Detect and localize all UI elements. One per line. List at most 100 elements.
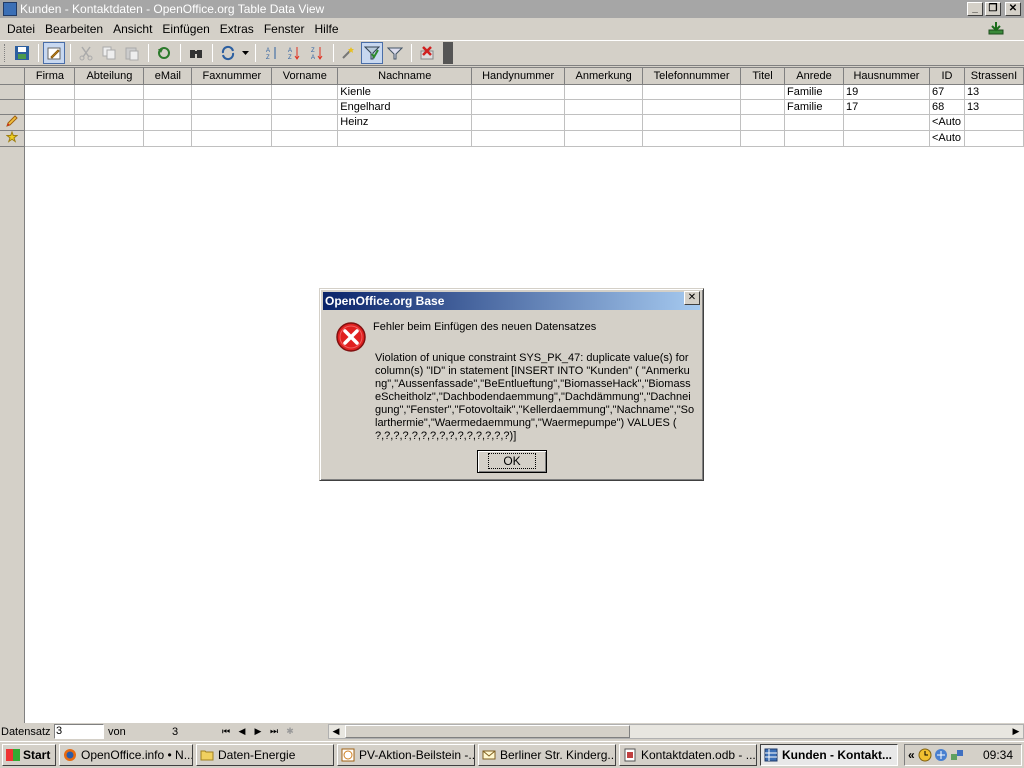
table-cell[interactable]: Heinz bbox=[337, 114, 473, 131]
scroll-right-icon[interactable]: ▶ bbox=[1009, 725, 1023, 738]
previous-record-icon[interactable]: ◀ bbox=[234, 725, 250, 739]
apply-filter-icon[interactable] bbox=[361, 42, 383, 64]
autofilter-icon[interactable] bbox=[338, 42, 360, 64]
taskbar-item-pv-aktion[interactable]: PV-Aktion-Beilstein -... bbox=[337, 744, 475, 766]
table-cell[interactable]: 13 bbox=[964, 84, 1024, 100]
table-cell[interactable] bbox=[740, 84, 786, 100]
table-cell[interactable] bbox=[143, 84, 193, 100]
table-cell[interactable] bbox=[74, 84, 145, 100]
ok-button[interactable]: OK bbox=[477, 450, 547, 473]
table-cell[interactable]: <Auto bbox=[929, 130, 965, 147]
close-window-button[interactable]: ✕ bbox=[1005, 2, 1021, 16]
first-record-icon[interactable]: ⏮ bbox=[218, 725, 234, 739]
table-cell[interactable] bbox=[784, 114, 844, 131]
table-cell[interactable] bbox=[564, 84, 644, 100]
taskbar-item-berliner-str[interactable]: Berliner Str. Kinderg... bbox=[478, 744, 616, 766]
clock[interactable]: 09:34 bbox=[983, 748, 1013, 762]
row-handle[interactable] bbox=[0, 99, 26, 115]
record-number-input[interactable]: 3 bbox=[54, 724, 104, 739]
table-cell[interactable] bbox=[271, 114, 339, 131]
paste-icon[interactable] bbox=[121, 42, 143, 64]
network-tray-icon[interactable] bbox=[934, 748, 948, 762]
table-cell[interactable] bbox=[74, 114, 145, 131]
minimize-button[interactable]: _ bbox=[967, 2, 983, 16]
column-header[interactable]: Nachname bbox=[337, 68, 473, 85]
menu-fenster[interactable]: Fenster bbox=[259, 22, 310, 36]
table-cell[interactable] bbox=[843, 130, 930, 147]
sort-ascending-icon[interactable]: AZ bbox=[260, 42, 282, 64]
table-cell[interactable] bbox=[642, 114, 742, 131]
toolbar-grip[interactable] bbox=[4, 44, 7, 62]
table-cell[interactable] bbox=[471, 130, 566, 147]
scroll-left-icon[interactable]: ◀ bbox=[329, 725, 343, 738]
table-cell[interactable] bbox=[964, 130, 1024, 147]
menu-extras[interactable]: Extras bbox=[215, 22, 259, 36]
column-header[interactable]: Faxnummer bbox=[191, 68, 273, 85]
table-row[interactable]: Kienle Familie 19 67 13 bbox=[0, 84, 1024, 100]
row-handle[interactable] bbox=[0, 114, 26, 131]
table-cell[interactable] bbox=[143, 99, 193, 115]
table-cell[interactable] bbox=[564, 114, 644, 131]
table-cell[interactable] bbox=[143, 114, 193, 131]
table-row[interactable]: <Auto bbox=[0, 130, 1024, 147]
menu-ansicht[interactable]: Ansicht bbox=[108, 22, 157, 36]
last-record-icon[interactable]: ⏭ bbox=[266, 725, 282, 739]
table-cell[interactable] bbox=[740, 130, 786, 147]
table-cell[interactable] bbox=[143, 130, 193, 147]
update-available-icon[interactable] bbox=[988, 21, 1004, 35]
table-cell[interactable] bbox=[642, 84, 742, 100]
table-cell[interactable] bbox=[964, 114, 1024, 131]
row-handle[interactable] bbox=[0, 130, 26, 147]
table-cell[interactable]: Familie bbox=[784, 84, 844, 100]
table-cell[interactable] bbox=[271, 99, 339, 115]
table-cell[interactable]: Engelhard bbox=[337, 99, 473, 115]
table-cell[interactable] bbox=[740, 114, 786, 131]
column-header[interactable]: Handynummer bbox=[471, 68, 566, 85]
table-cell[interactable] bbox=[564, 130, 644, 147]
sort-descending-icon[interactable]: AZ bbox=[283, 42, 305, 64]
delete-record-icon[interactable] bbox=[416, 42, 438, 64]
refresh-dropdown-icon[interactable] bbox=[240, 42, 250, 64]
table-cell[interactable] bbox=[191, 99, 273, 115]
taskbar-item-kunden-kontaktdaten[interactable]: Kunden - Kontakt... bbox=[760, 744, 898, 766]
table-cell[interactable]: 13 bbox=[964, 99, 1024, 115]
table-cell[interactable]: 19 bbox=[843, 84, 930, 100]
table-cell[interactable] bbox=[642, 99, 742, 115]
restore-button[interactable]: ❐ bbox=[985, 2, 1001, 16]
table-cell[interactable] bbox=[191, 114, 273, 131]
column-header[interactable]: Vorname bbox=[271, 68, 339, 85]
table-cell[interactable] bbox=[24, 84, 76, 100]
table-cell[interactable] bbox=[24, 130, 76, 147]
column-header[interactable]: Titel bbox=[740, 68, 786, 85]
column-header[interactable]: Abteilung bbox=[74, 68, 145, 85]
table-cell[interactable] bbox=[471, 99, 566, 115]
table-cell[interactable] bbox=[191, 130, 273, 147]
corner-cell[interactable] bbox=[0, 68, 26, 85]
table-cell[interactable] bbox=[843, 114, 930, 131]
row-handle[interactable] bbox=[0, 84, 26, 100]
taskbar-item-openoffice-info[interactable]: OpenOffice.info • N... bbox=[59, 744, 193, 766]
horizontal-scrollbar[interactable]: ◀ ▶ bbox=[328, 724, 1024, 739]
table-cell[interactable] bbox=[74, 99, 145, 115]
column-header[interactable]: eMail bbox=[143, 68, 193, 85]
find-record-icon[interactable] bbox=[185, 42, 207, 64]
menu-hilfe[interactable]: Hilfe bbox=[310, 22, 344, 36]
table-cell[interactable]: Kienle bbox=[337, 84, 473, 100]
dialog-close-button[interactable]: ✕ bbox=[684, 291, 700, 305]
menu-einfuegen[interactable]: Einfügen bbox=[157, 22, 214, 36]
table-cell[interactable] bbox=[564, 99, 644, 115]
toolbar-overflow-button[interactable] bbox=[443, 42, 453, 64]
new-record-nav-icon[interactable]: ✱ bbox=[282, 725, 298, 739]
column-header[interactable]: StrassenI bbox=[964, 68, 1024, 85]
sort-icon[interactable]: ZA bbox=[306, 42, 328, 64]
table-cell[interactable] bbox=[24, 114, 76, 131]
cut-icon[interactable] bbox=[75, 42, 97, 64]
table-row[interactable]: Heinz <Auto bbox=[0, 114, 1024, 131]
table-cell[interactable]: 67 bbox=[929, 84, 965, 100]
taskbar-item-daten-energie[interactable]: Daten-Energie bbox=[196, 744, 334, 766]
edit-data-icon[interactable] bbox=[43, 42, 65, 64]
scrollbar-thumb[interactable] bbox=[345, 725, 630, 738]
table-cell[interactable] bbox=[191, 84, 273, 100]
table-cell[interactable] bbox=[271, 84, 339, 100]
next-record-icon[interactable]: ▶ bbox=[250, 725, 266, 739]
